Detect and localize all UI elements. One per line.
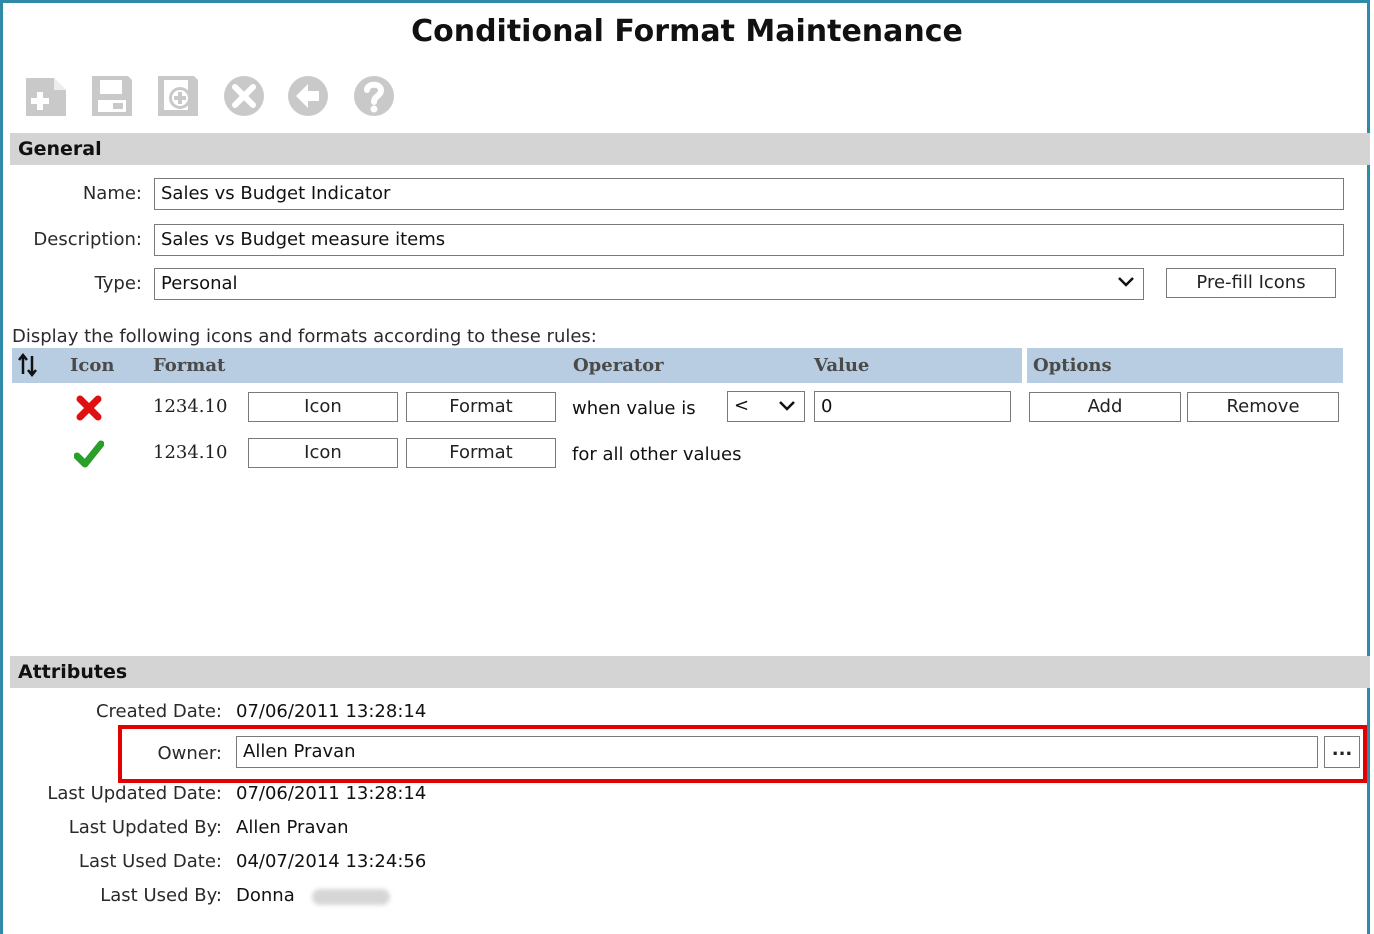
icon-button[interactable]: Icon (248, 438, 398, 468)
created-date-label: Created Date: (95, 701, 222, 722)
cancel-icon[interactable] (220, 72, 268, 120)
section-general: General (10, 133, 1370, 165)
back-icon[interactable] (284, 72, 332, 120)
grid-header-options: Options (1027, 348, 1343, 383)
last-used-by-label: Last Used By: (100, 885, 222, 906)
prefill-icons-button[interactable]: Pre-fill Icons (1166, 268, 1336, 298)
description-input[interactable]: Sales vs Budget measure items (154, 224, 1344, 256)
owner-highlight-box (118, 725, 1367, 783)
condition-text: when value is (572, 398, 696, 419)
format-sample: 1234.10 (153, 442, 228, 463)
section-attributes: Attributes (10, 656, 1370, 688)
last-used-date-value: 04/07/2014 13:24:56 (236, 851, 427, 872)
save-as-icon[interactable] (154, 72, 202, 120)
chevron-down-icon (1118, 277, 1134, 287)
header-format: Format (153, 355, 226, 376)
format-button[interactable]: Format (406, 438, 556, 468)
name-input[interactable]: Sales vs Budget Indicator (154, 178, 1344, 210)
operator-select[interactable]: < (727, 391, 805, 422)
save-icon[interactable] (88, 72, 136, 120)
last-used-by-value: Donna (236, 885, 295, 906)
page-title: Conditional Format Maintenance (411, 14, 963, 49)
remove-button[interactable]: Remove (1187, 392, 1339, 422)
created-date-value: 07/06/2011 13:28:14 (236, 701, 427, 722)
type-select-value: Personal (161, 273, 238, 294)
last-updated-date-value: 07/06/2011 13:28:14 (236, 783, 427, 804)
add-button[interactable]: Add (1029, 392, 1181, 422)
operator-value: < (734, 395, 750, 416)
type-select[interactable]: Personal (154, 268, 1144, 300)
format-sample: 1234.10 (153, 396, 228, 417)
type-label: Type: (94, 273, 142, 294)
value-input[interactable]: 0 (814, 391, 1011, 422)
chevron-down-icon (779, 401, 795, 411)
red-x-icon[interactable] (76, 395, 102, 426)
rules-caption: Display the following icons and formats … (12, 326, 597, 347)
name-label: Name: (82, 183, 142, 204)
description-label: Description: (33, 229, 142, 250)
help-icon[interactable] (350, 72, 398, 120)
last-updated-date-label: Last Updated Date: (47, 783, 222, 804)
last-updated-by-label: Last Updated By: (68, 817, 222, 838)
redacted-surname (312, 889, 390, 905)
sort-icon[interactable] (18, 348, 38, 390)
grid-header: Icon Format Operator Value (12, 348, 1022, 383)
last-updated-by-value: Allen Pravan (236, 817, 349, 838)
green-check-icon[interactable] (73, 440, 105, 473)
header-options: Options (1033, 355, 1112, 376)
header-operator: Operator (573, 355, 664, 376)
condition-text: for all other values (572, 444, 742, 465)
header-value: Value (814, 355, 870, 376)
new-icon[interactable] (22, 72, 70, 120)
last-used-date-label: Last Used Date: (78, 851, 222, 872)
icon-button[interactable]: Icon (248, 392, 398, 422)
format-button[interactable]: Format (406, 392, 556, 422)
header-icon: Icon (70, 355, 115, 376)
